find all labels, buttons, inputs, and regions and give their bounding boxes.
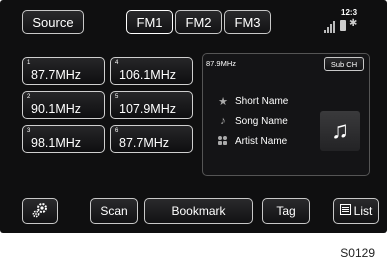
- preset-frequency: 87.7MHz: [119, 136, 170, 150]
- artist-name: Artist Name: [235, 136, 288, 147]
- song-name-row: ♪ Song Name: [217, 115, 288, 127]
- status-area: 12:3 ✱: [320, 8, 378, 36]
- preset-number: 2: [27, 94, 31, 100]
- preset-frequency: 106.1MHz: [119, 68, 176, 82]
- tab-fm1[interactable]: FM1: [126, 10, 173, 34]
- bluetooth-icon: ✱: [349, 18, 358, 29]
- preset-5[interactable]: 5 107.9MHz: [110, 91, 193, 119]
- preset-number: 4: [115, 60, 119, 66]
- tab-fm3[interactable]: FM3: [224, 10, 271, 34]
- settings-button[interactable]: [22, 198, 58, 224]
- star-icon: ★: [218, 96, 228, 108]
- preset-4[interactable]: 4 106.1MHz: [110, 57, 193, 85]
- source-button[interactable]: Source: [22, 10, 84, 34]
- music-note-icon: ♫: [331, 117, 349, 144]
- tag-button[interactable]: Tag: [262, 198, 310, 224]
- sub-ch-button[interactable]: Sub CH: [324, 57, 364, 71]
- artist-icon: [217, 135, 229, 148]
- status-text: 12:3: [341, 8, 358, 17]
- artist-name-row: Artist Name: [217, 135, 287, 148]
- radio-screen: Source FM1 FM2 FM3 12:3 ✱ 1 87.7MHz 2 90…: [0, 0, 387, 233]
- preset-2[interactable]: 2 90.1MHz: [22, 91, 105, 119]
- preset-frequency: 98.1MHz: [31, 136, 82, 150]
- preset-3[interactable]: 3 98.1MHz: [22, 125, 105, 153]
- list-icon: [339, 204, 351, 218]
- preset-1[interactable]: 1 87.7MHz: [22, 57, 105, 85]
- song-name: Song Name: [235, 115, 288, 127]
- preset-frequency: 107.9MHz: [119, 102, 176, 116]
- battery-icon: [340, 20, 346, 31]
- preset-frequency: 87.7MHz: [31, 68, 82, 82]
- gear-icon: [31, 201, 49, 222]
- figure-code: S0129: [340, 246, 375, 260]
- list-label: List: [353, 204, 373, 218]
- tab-fm2[interactable]: FM2: [175, 10, 222, 34]
- preset-frequency: 90.1MHz: [31, 102, 82, 116]
- album-art: ♫: [320, 111, 360, 151]
- signal-bars-icon: [324, 20, 336, 38]
- bookmark-button[interactable]: Bookmark: [144, 198, 253, 224]
- current-frequency: 87.9MHz: [206, 59, 237, 68]
- preset-number: 3: [27, 128, 31, 134]
- preset-6[interactable]: 6 87.7MHz: [110, 125, 193, 153]
- short-name-row: ★ Short Name: [217, 95, 288, 108]
- scan-button[interactable]: Scan: [90, 198, 138, 224]
- preset-number: 6: [115, 128, 119, 134]
- music-note-icon: ♪: [220, 115, 226, 127]
- list-button[interactable]: List: [333, 198, 379, 224]
- short-name: Short Name: [235, 96, 289, 107]
- preset-number: 5: [115, 94, 119, 100]
- now-playing-panel: 87.9MHz Sub CH ★ Short Name ♪ Song Name …: [202, 53, 370, 176]
- preset-number: 1: [27, 60, 31, 66]
